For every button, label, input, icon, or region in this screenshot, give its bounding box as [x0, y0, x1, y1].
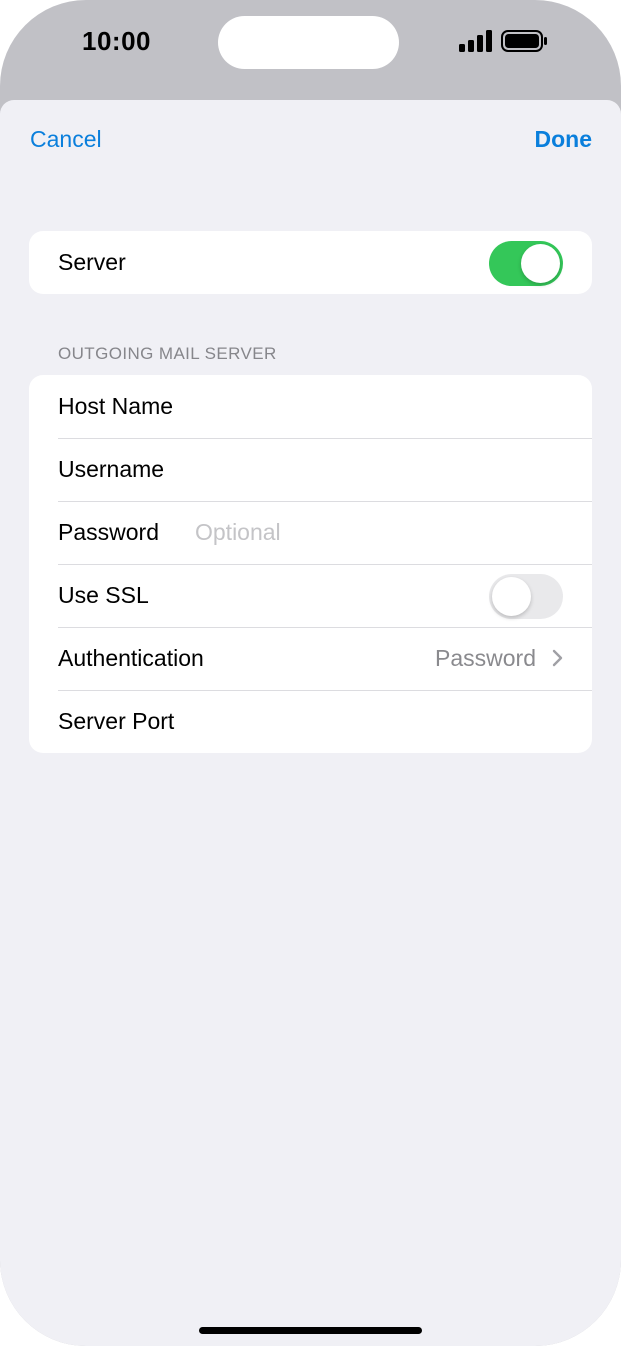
outgoing-section-header: OUTGOING MAIL SERVER [58, 344, 277, 363]
server-toggle-knob [521, 244, 560, 283]
server-label: Server [58, 249, 126, 275]
done-button[interactable]: Done [535, 126, 593, 153]
use-ssl-row: Use SSL [29, 564, 592, 627]
chevron-right-icon [552, 649, 563, 667]
dynamic-island [218, 16, 399, 69]
status-time: 10:00 [82, 26, 151, 56]
authentication-label: Authentication [58, 645, 204, 671]
use-ssl-toggle-knob [492, 577, 531, 616]
phone-frame: 10:00 Cancel Done Server OUTGOING MAIL S… [0, 0, 621, 1346]
username-label: Username [58, 456, 165, 482]
cancel-button[interactable]: Cancel [30, 126, 102, 153]
outgoing-server-card: Host Name Username Password Optional Use… [29, 375, 592, 753]
server-toggle[interactable] [489, 241, 563, 286]
authentication-row[interactable]: Authentication Password [29, 627, 592, 690]
host-name-label: Host Name [58, 393, 174, 419]
signal-icon [459, 30, 493, 52]
password-label: Password [58, 519, 159, 545]
use-ssl-label: Use SSL [58, 582, 149, 608]
battery-icon [501, 30, 547, 52]
host-name-row[interactable]: Host Name [29, 375, 592, 438]
server-row: Server [29, 231, 592, 294]
password-row[interactable]: Password Optional [29, 501, 592, 564]
server-card: Server [29, 231, 592, 294]
status-bar: 10:00 [0, 0, 621, 100]
home-indicator[interactable] [199, 1327, 422, 1334]
username-row[interactable]: Username [29, 438, 592, 501]
use-ssl-toggle[interactable] [489, 574, 563, 619]
server-port-label: Server Port [58, 708, 175, 734]
authentication-value: Password [435, 645, 536, 671]
server-port-row[interactable]: Server Port [29, 690, 592, 753]
password-field[interactable]: Optional [195, 519, 281, 546]
